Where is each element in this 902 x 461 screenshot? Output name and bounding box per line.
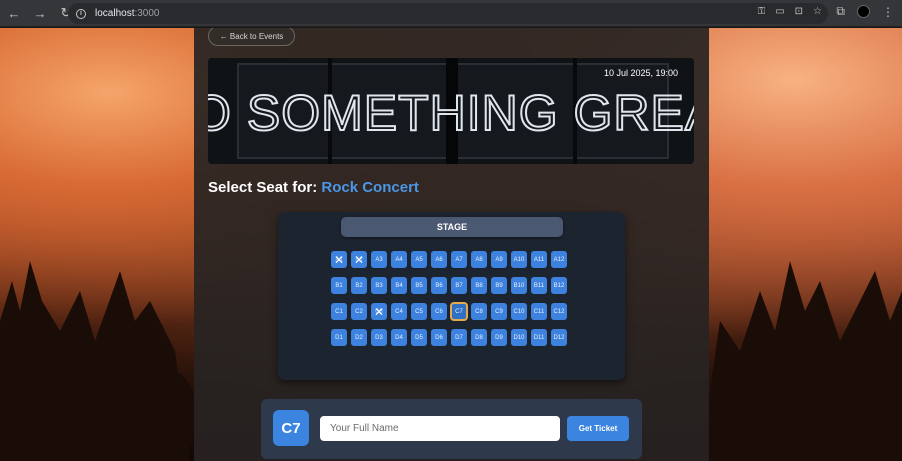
seat-d1[interactable]: D1 — [331, 329, 347, 346]
seat-d8[interactable]: D8 — [471, 329, 487, 346]
seat-d10[interactable]: D10 — [511, 329, 527, 346]
translate-icon[interactable]: ⊡ — [795, 6, 803, 17]
seat-c8[interactable]: C8 — [471, 303, 487, 320]
url-text: localhost:3000 — [95, 8, 160, 19]
event-name: Rock Concert — [321, 179, 419, 196]
password-key-icon[interactable]: ⚿ — [758, 6, 766, 17]
seat-c2[interactable]: C2 — [351, 303, 367, 320]
seat-d6[interactable]: D6 — [431, 329, 447, 346]
site-info-icon[interactable]: i — [76, 8, 86, 19]
seat-a7[interactable]: A7 — [451, 251, 467, 268]
seat-a4[interactable]: A4 — [391, 251, 407, 268]
seat-a10[interactable]: A10 — [511, 251, 527, 268]
menu-kebab-icon[interactable]: ⋮ — [882, 5, 894, 19]
seat-c3-taken: C3 — [371, 303, 387, 320]
address-bar[interactable]: i localhost:3000 ⚿ ▭ ⊡ ☆ — [68, 3, 828, 24]
seat-a11[interactable]: A11 — [531, 251, 547, 268]
seat-b4[interactable]: B4 — [391, 277, 407, 294]
seat-d3[interactable]: D3 — [371, 329, 387, 346]
seat-d9[interactable]: D9 — [491, 329, 507, 346]
seat-a1-taken: A1 — [331, 251, 347, 268]
bookmark-star-icon[interactable]: ☆ — [813, 6, 822, 17]
seat-map: STAGE A1A2A3A4A5A6A7A8A9A10A11A12B1B2B3B… — [278, 212, 625, 380]
full-name-input[interactable] — [320, 416, 560, 441]
seat-c11[interactable]: C11 — [531, 303, 547, 320]
seat-b5[interactable]: B5 — [411, 277, 427, 294]
event-date: 10 Jul 2025, 19:00 — [603, 68, 678, 78]
seat-d11[interactable]: D11 — [531, 329, 547, 346]
seat-c7[interactable]: C7 — [450, 302, 468, 321]
seat-b1[interactable]: B1 — [331, 277, 347, 294]
seat-rows: A1A2A3A4A5A6A7A8A9A10A11A12B1B2B3B4B5B6B… — [331, 251, 567, 355]
seat-row: D1 D2 D3 D4 D5 D6 D7 D8 D9 D10 D11 D12 — [331, 329, 567, 346]
seat-b7[interactable]: B7 — [451, 277, 467, 294]
seat-c4[interactable]: C4 — [391, 303, 407, 320]
profile-avatar[interactable] — [857, 5, 870, 18]
banner-neon-text: DO SOMETHING GREAT — [208, 85, 694, 141]
seat-d2[interactable]: D2 — [351, 329, 367, 346]
seat-d5[interactable]: D5 — [411, 329, 427, 346]
seat-b8[interactable]: B8 — [471, 277, 487, 294]
seat-row: A1A2A3A4A5A6A7A8A9A10A11A12 — [331, 251, 567, 268]
selected-seat-badge: C7 — [273, 410, 309, 446]
seat-row: C1C2C3C4C5C6C7C8C9C10C11C12 — [331, 302, 567, 321]
seat-d7[interactable]: D7 — [451, 329, 467, 346]
seat-a9[interactable]: A9 — [491, 251, 507, 268]
seat-b6[interactable]: B6 — [431, 277, 447, 294]
seat-a5[interactable]: A5 — [411, 251, 427, 268]
browser-toolbar: ← → ↻ i localhost:3000 ⚿ ▭ ⊡ ☆ ⧉ ⋮ — [0, 0, 902, 27]
cast-icon[interactable]: ▭ — [775, 6, 784, 17]
title-prefix: Select Seat for: — [208, 179, 322, 196]
back-to-events-button[interactable]: ← Back to Events — [208, 28, 295, 46]
url-host: localhost — [95, 8, 135, 19]
seat-b2[interactable]: B2 — [351, 277, 367, 294]
stage-label: STAGE — [341, 217, 563, 237]
seat-c12[interactable]: C12 — [551, 303, 567, 320]
url-port: :3000 — [134, 8, 160, 19]
ticket-form: C7 Get Ticket — [261, 399, 642, 459]
seat-a12[interactable]: A12 — [551, 251, 567, 268]
back-arrow-icon[interactable]: ← — [2, 1, 26, 25]
page-title: Select Seat for: Rock Concert — [208, 179, 419, 196]
seat-b11[interactable]: B11 — [531, 277, 547, 294]
seat-a8[interactable]: A8 — [471, 251, 487, 268]
seat-a6[interactable]: A6 — [431, 251, 447, 268]
seat-b10[interactable]: B10 — [511, 277, 527, 294]
forward-arrow-icon[interactable]: → — [28, 1, 52, 25]
seat-c10[interactable]: C10 — [511, 303, 527, 320]
seat-a3[interactable]: A3 — [371, 251, 387, 268]
seat-d4[interactable]: D4 — [391, 329, 407, 346]
seat-b9[interactable]: B9 — [491, 277, 507, 294]
seat-c9[interactable]: C9 — [491, 303, 507, 320]
seat-b3[interactable]: B3 — [371, 277, 387, 294]
seat-a2-taken: A2 — [351, 251, 367, 268]
seat-c5[interactable]: C5 — [411, 303, 427, 320]
seat-b12[interactable]: B12 — [551, 277, 567, 294]
booking-panel: ← Back to Events DO SOMETHING GREAT 10 J… — [194, 28, 709, 461]
page-background: ← Back to Events DO SOMETHING GREAT 10 J… — [0, 28, 902, 461]
get-ticket-button[interactable]: Get Ticket — [567, 416, 629, 441]
seat-row: B1 B2 B3 B4 B5 B6 B7 B8 B9 B10 B11 B12 — [331, 277, 567, 294]
seat-d12[interactable]: D12 — [551, 329, 567, 346]
extensions-icon[interactable]: ⧉ — [836, 4, 845, 19]
seat-c1[interactable]: C1 — [331, 303, 347, 320]
seat-c6[interactable]: C6 — [431, 303, 447, 320]
event-banner-image: DO SOMETHING GREAT 10 Jul 2025, 19:00 — [208, 58, 694, 164]
